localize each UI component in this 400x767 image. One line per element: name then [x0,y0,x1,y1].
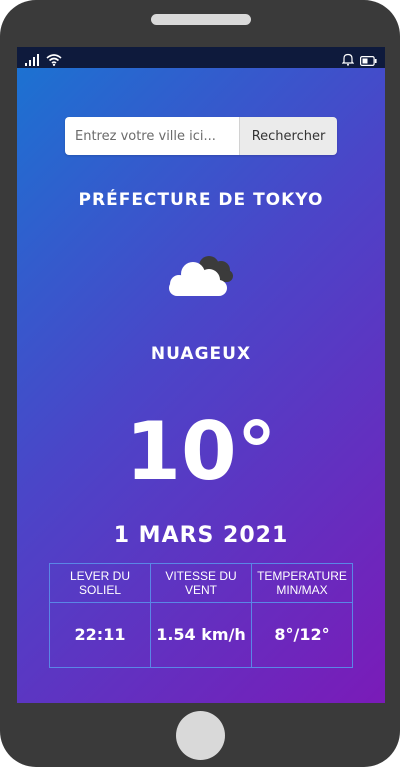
sunrise-value: 22:11 [49,602,151,668]
wifi-icon [46,51,62,70]
battery-icon [360,51,377,70]
table-row: 22:11 1.54 km/h 8°/12° [49,602,353,668]
phone-frame: Rechercher PRÉFECTURE DE TOKYO NUAGE [0,0,400,767]
signal-icon [25,51,41,70]
header-sunrise: LEVER DU SOLIEL [49,563,151,603]
status-left [25,51,62,70]
status-bar [17,47,385,68]
cloud-icon [165,252,239,302]
wind-speed-value: 1.54 km/h [150,602,252,668]
city-name: PRÉFECTURE DE TOKYO [78,190,324,210]
phone-speaker [151,14,251,25]
search-button[interactable]: Rechercher [239,117,337,155]
search-bar: Rechercher [65,117,337,155]
status-right [341,51,377,70]
weather-condition: NUAGEUX [150,344,252,364]
search-input[interactable] [65,117,239,155]
table-header-row: LEVER DU SOLIEL VITESSE DU VENT TEMPERAT… [49,563,353,603]
header-temperature-range: TEMPERATURE MIN/MAX [251,563,353,603]
app-screen: Rechercher PRÉFECTURE DE TOKYO NUAGE [17,47,385,703]
temperature-range-value: 8°/12° [251,602,353,668]
header-wind-speed: VITESSE DU VENT [150,563,252,603]
weather-details-table: LEVER DU SOLIEL VITESSE DU VENT TEMPERAT… [49,563,353,668]
home-button[interactable] [176,711,225,760]
bell-icon [341,51,355,70]
date-label: 1 MARS 2021 [113,523,289,548]
temperature-value: 10° [125,405,277,498]
